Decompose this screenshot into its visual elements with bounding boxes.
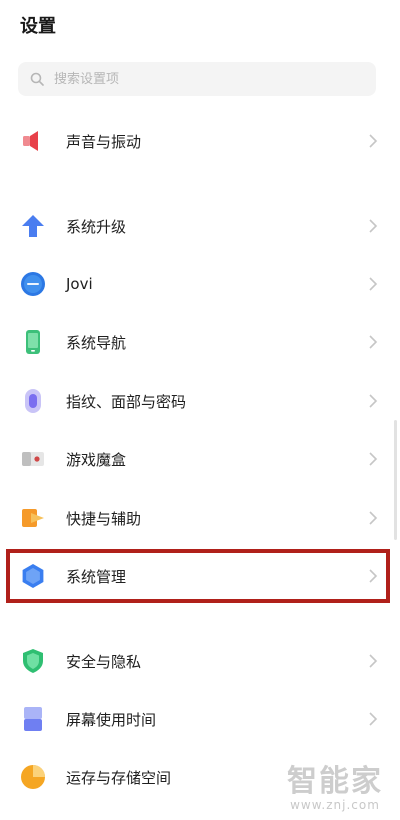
settings-item-security-privacy[interactable]: 安全与隐私 <box>0 633 400 689</box>
pie-chart-icon <box>21 765 45 789</box>
settings-item-label: 快捷与辅助 <box>66 509 142 528</box>
settings-item-navigation[interactable]: 系统导航 <box>0 314 400 370</box>
chevron-right-icon <box>369 452 378 466</box>
chevron-right-icon <box>369 219 378 233</box>
game-box-icon <box>22 452 44 466</box>
page-title: 设置 <box>20 16 56 37</box>
watermark-url: www.znj.com <box>290 798 380 812</box>
search-bar[interactable] <box>18 62 376 96</box>
chevron-right-icon <box>369 277 378 291</box>
watermark-title: 智能家 <box>287 764 383 799</box>
settings-item-sound[interactable]: 声音与振动 <box>0 113 400 169</box>
scrollbar[interactable] <box>394 420 397 540</box>
settings-item-label: 声音与振动 <box>66 132 142 151</box>
settings-item-label: Jovi <box>66 275 93 293</box>
hourglass-icon <box>24 707 42 731</box>
shield-icon <box>23 649 43 673</box>
settings-item-system-update[interactable]: 系统升级 <box>0 198 400 254</box>
chevron-right-icon <box>369 394 378 408</box>
settings-item-label: 系统升级 <box>66 217 127 236</box>
jovi-icon <box>21 272 45 296</box>
chevron-right-icon <box>369 511 378 525</box>
settings-item-shortcuts-accessibility[interactable]: 快捷与辅助 <box>0 490 400 546</box>
speaker-icon <box>23 131 38 151</box>
phone-icon <box>26 330 40 354</box>
settings-item-label: 运存与存储空间 <box>66 768 172 787</box>
shortcut-icon <box>22 509 44 527</box>
search-icon <box>30 72 44 86</box>
settings-item-label: 屏幕使用时间 <box>66 710 157 729</box>
arrow-up-icon <box>22 215 44 237</box>
settings-item-screen-time[interactable]: 屏幕使用时间 <box>0 691 400 747</box>
settings-item-jovi[interactable]: Jovi <box>0 256 400 312</box>
chevron-right-icon <box>369 335 378 349</box>
chevron-right-icon <box>369 712 378 726</box>
fingerprint-icon <box>25 389 41 413</box>
search-input[interactable] <box>52 70 356 88</box>
settings-item-label: 指纹、面部与密码 <box>66 392 187 411</box>
chevron-right-icon <box>369 654 378 668</box>
highlight-box <box>6 549 390 603</box>
settings-item-fingerprint-face-password[interactable]: 指纹、面部与密码 <box>0 373 400 429</box>
settings-item-game-box[interactable]: 游戏魔盒 <box>0 431 400 487</box>
chevron-right-icon <box>369 134 378 148</box>
settings-item-label: 安全与隐私 <box>66 652 142 671</box>
settings-item-label: 系统导航 <box>66 333 127 352</box>
watermark: 智能家 www.znj.com <box>280 756 390 812</box>
settings-item-label: 游戏魔盒 <box>66 450 127 469</box>
